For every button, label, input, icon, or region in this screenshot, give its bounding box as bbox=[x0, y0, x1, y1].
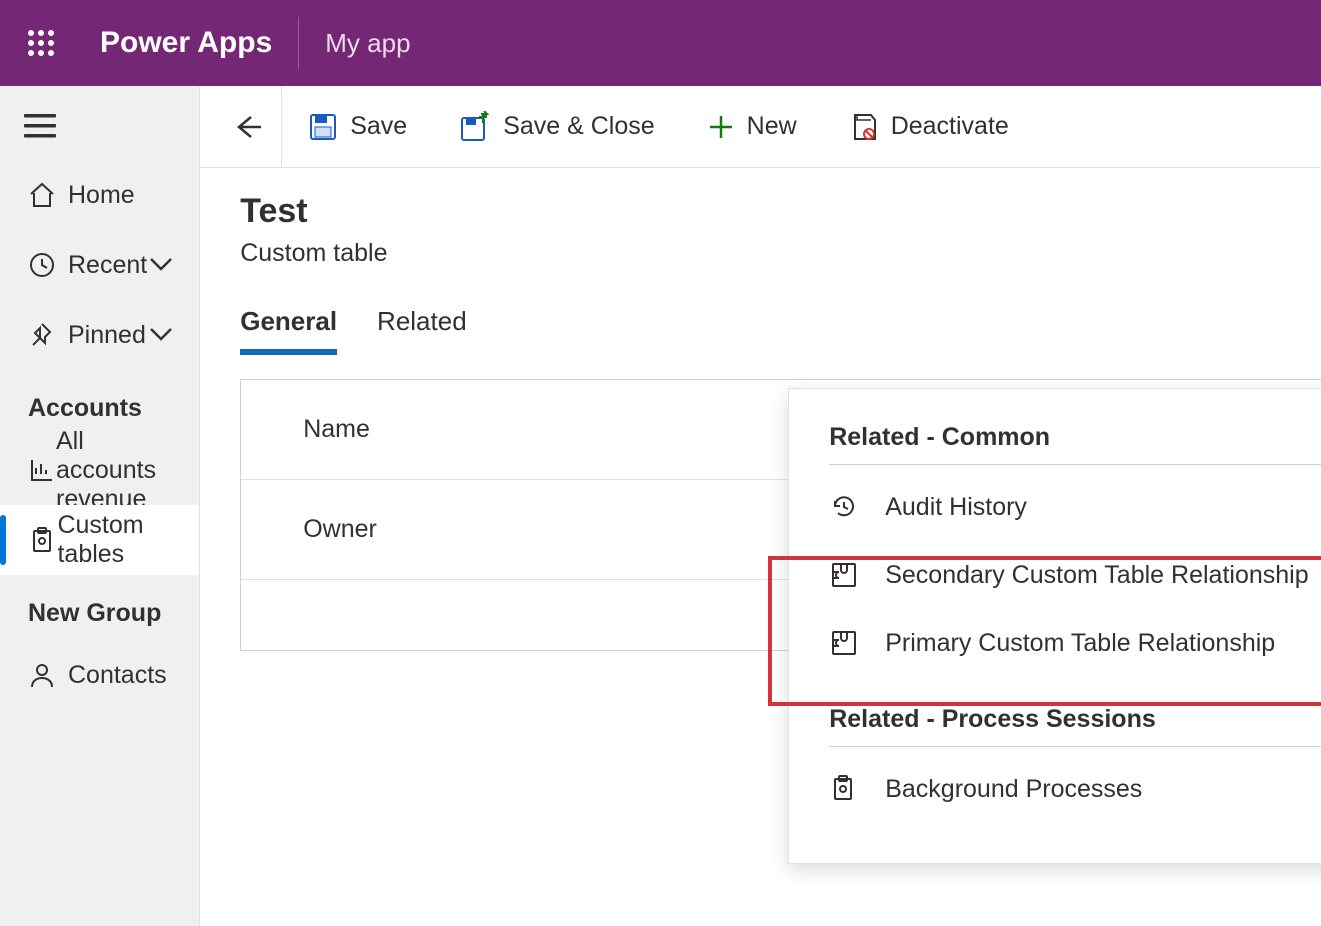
app-launcher-button[interactable] bbox=[20, 22, 62, 64]
nav-label: Contacts bbox=[68, 661, 167, 690]
clock-icon bbox=[28, 251, 68, 279]
page-subtitle: Custom table bbox=[240, 239, 1321, 268]
tab-related[interactable]: Related bbox=[377, 306, 467, 355]
nav-label: Pinned bbox=[68, 321, 146, 350]
cmd-label: Deactivate bbox=[891, 112, 1009, 141]
cmd-label: Save bbox=[350, 112, 407, 141]
plus-icon bbox=[707, 113, 735, 141]
cmd-label: Save & Close bbox=[503, 112, 654, 141]
related-heading-common: Related - Common bbox=[829, 423, 1321, 465]
cmd-label: New bbox=[747, 112, 797, 141]
related-dropdown: Related - Common Audit History Secondary… bbox=[788, 388, 1321, 864]
deactivate-icon bbox=[849, 112, 879, 142]
save-close-button[interactable]: Save & Close bbox=[433, 86, 680, 168]
command-bar: Save Save & Close New Deactivate bbox=[200, 86, 1321, 168]
chevron-down-icon bbox=[147, 251, 175, 279]
person-icon bbox=[28, 661, 68, 689]
nav-item-pinned[interactable]: Pinned bbox=[0, 300, 199, 370]
save-button[interactable]: Save bbox=[282, 86, 433, 168]
tab-general[interactable]: General bbox=[240, 306, 337, 355]
top-header: Power Apps My app bbox=[0, 0, 1321, 86]
related-item-secondary-relationship[interactable]: Secondary Custom Table Relationship bbox=[829, 541, 1321, 609]
back-icon bbox=[231, 111, 265, 143]
save-icon bbox=[308, 112, 338, 142]
related-item-background-processes[interactable]: Background Processes bbox=[829, 755, 1321, 823]
context-name[interactable]: My app bbox=[325, 28, 410, 59]
left-nav: Home Recent Pinned Accounts All accounts… bbox=[0, 86, 200, 926]
nav-label: Home bbox=[68, 181, 135, 210]
app-name: Power Apps bbox=[100, 26, 272, 60]
related-heading-process: Related - Process Sessions bbox=[829, 705, 1321, 747]
related-item-label: Audit History bbox=[885, 493, 1027, 522]
nav-item-recent[interactable]: Recent bbox=[0, 230, 199, 300]
puzzle-icon bbox=[829, 628, 859, 658]
field-label: Name bbox=[303, 415, 370, 444]
nav-label: All accounts revenue bbox=[56, 427, 175, 514]
related-item-label: Background Processes bbox=[885, 775, 1142, 804]
header-separator bbox=[298, 17, 299, 69]
field-label: Owner bbox=[303, 515, 377, 544]
related-item-label: Primary Custom Table Relationship bbox=[885, 629, 1275, 658]
chart-icon bbox=[28, 456, 56, 484]
clipboard-icon bbox=[28, 526, 57, 554]
home-icon bbox=[28, 181, 68, 209]
nav-collapse-button[interactable] bbox=[0, 104, 199, 160]
nav-item-home[interactable]: Home bbox=[0, 160, 199, 230]
puzzle-icon bbox=[829, 560, 859, 590]
pin-icon bbox=[28, 321, 68, 349]
main-content: Save Save & Close New Deactivate Test Cu… bbox=[200, 86, 1321, 926]
related-item-audit-history[interactable]: Audit History bbox=[829, 473, 1321, 541]
nav-group-accounts: Accounts bbox=[0, 370, 199, 435]
nav-item-contacts[interactable]: Contacts bbox=[0, 640, 199, 710]
history-icon bbox=[829, 492, 859, 522]
waffle-icon bbox=[27, 29, 55, 57]
clipboard-icon bbox=[829, 774, 859, 804]
nav-label: Recent bbox=[68, 251, 147, 280]
related-item-primary-relationship[interactable]: Primary Custom Table Relationship bbox=[829, 609, 1321, 677]
nav-item-all-accounts-revenue[interactable]: All accounts revenue bbox=[0, 435, 199, 505]
hamburger-icon bbox=[24, 114, 56, 138]
chevron-down-icon bbox=[147, 321, 175, 349]
deactivate-button[interactable]: Deactivate bbox=[823, 86, 1035, 168]
nav-item-custom-tables[interactable]: Custom tables bbox=[0, 505, 199, 575]
page-title: Test bbox=[240, 192, 1321, 231]
nav-label: Custom tables bbox=[57, 511, 175, 569]
related-item-label: Secondary Custom Table Relationship bbox=[885, 561, 1308, 590]
tab-strip: General Related bbox=[200, 278, 1321, 355]
save-close-icon bbox=[459, 111, 491, 143]
nav-group-new-group: New Group bbox=[0, 575, 199, 640]
back-button[interactable] bbox=[214, 86, 282, 168]
new-button[interactable]: New bbox=[681, 86, 823, 168]
